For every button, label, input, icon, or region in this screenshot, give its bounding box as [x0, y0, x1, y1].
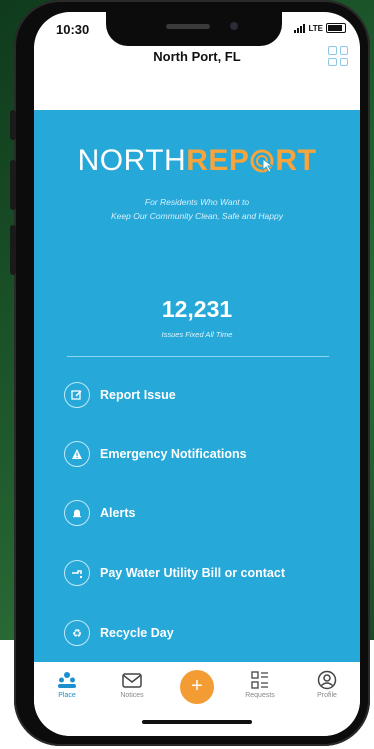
- divider: [67, 356, 329, 357]
- tab-label: Profile: [317, 692, 337, 699]
- list-icon: [230, 670, 290, 690]
- home-indicator[interactable]: [142, 720, 252, 724]
- add-button[interactable]: +: [180, 670, 214, 704]
- signal-icon: [294, 23, 306, 33]
- warning-icon: [64, 441, 90, 467]
- menu-item-emergency-notifications[interactable]: Emergency Notifications: [64, 439, 354, 469]
- phone-side-button: [10, 160, 16, 210]
- menu-item-label: Report Issue: [100, 388, 176, 402]
- target-o-icon: [249, 144, 275, 178]
- recycle-icon: ♻: [64, 620, 90, 646]
- issues-fixed-label: Issues Fixed All Time: [161, 330, 233, 339]
- tab-place[interactable]: Place: [37, 670, 97, 699]
- menu-item-label: Pay Water Utility Bill or contact: [100, 566, 285, 580]
- tagline: For Residents Who Want to Keep Our Commu…: [111, 197, 283, 221]
- bell-icon: [64, 500, 90, 526]
- menu-item-pay-water-bill[interactable]: Pay Water Utility Bill or contact: [64, 558, 354, 588]
- mail-icon: [102, 670, 162, 690]
- user-icon: [297, 670, 357, 690]
- tab-label: Requests: [245, 692, 275, 699]
- menu-item-label: Emergency Notifications: [100, 447, 247, 461]
- phone-screen: 10:30 LTE North Port, FL NORTHREP RT For…: [34, 12, 360, 736]
- phone-side-button: [10, 110, 16, 140]
- menu-item-alerts[interactable]: Alerts: [64, 498, 354, 528]
- camera: [230, 22, 238, 30]
- menu-item-recycle-day[interactable]: ♻ Recycle Day: [64, 618, 354, 648]
- speaker: [166, 24, 210, 29]
- phone-notch: [106, 12, 282, 46]
- people-icon: [37, 670, 97, 690]
- tab-profile[interactable]: Profile: [297, 670, 357, 699]
- menu-item-label: Alerts: [100, 506, 136, 520]
- grid-menu-icon[interactable]: [328, 46, 348, 66]
- menu-item-label: Recycle Day: [100, 626, 174, 640]
- battery-icon: [326, 23, 346, 33]
- phone-side-button: [10, 225, 16, 275]
- tab-bar: Place Notices + Requests Profile: [34, 662, 360, 736]
- issues-fixed-count: 12,231: [161, 296, 233, 322]
- tab-label: Place: [58, 692, 76, 699]
- tab-requests[interactable]: Requests: [230, 670, 290, 699]
- tab-label: Notices: [120, 692, 144, 699]
- water-tap-icon: [64, 560, 90, 586]
- status-indicators: LTE: [294, 23, 346, 33]
- page-title: North Port, FL: [153, 49, 241, 64]
- north-report-logo: NORTHREP RT: [77, 144, 317, 178]
- status-time: 10:30: [56, 22, 90, 37]
- menu-item-report-issue[interactable]: Report Issue: [64, 380, 354, 410]
- edit-icon: [64, 382, 90, 408]
- main-content: NORTHREP RT For Residents Who Want to Ke…: [34, 110, 360, 662]
- network-label: LTE: [308, 23, 323, 33]
- tab-notices[interactable]: Notices: [102, 670, 162, 699]
